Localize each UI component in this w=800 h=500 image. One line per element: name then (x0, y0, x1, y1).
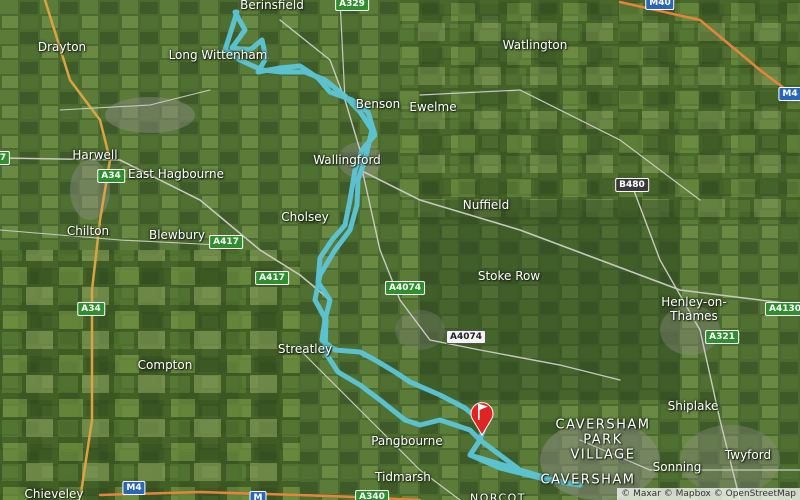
road-shield-a4074-b: A4074 (445, 330, 487, 344)
road-shield-m4-bottom: M4 (122, 481, 146, 495)
place-label-caversham-park-village: CAVERSHAM PARK VILLAGE (555, 417, 651, 463)
place-label-wallingford: Wallingford (313, 153, 381, 167)
place-label-long-wittenham: Long Wittenham (168, 48, 268, 62)
road-shield-a34-bottom: A34 (77, 302, 105, 316)
map-view[interactable]: Berinsfield Drayton Long Wittenham Watli… (0, 0, 800, 500)
road-shield-a34-top: A34 (97, 169, 125, 183)
place-label-pangbourne: Pangbourne (371, 434, 443, 448)
road-shield-m4-bottom-2: M (249, 491, 267, 500)
place-label-chieveley: Chieveley (24, 487, 84, 500)
place-label-watlington: Watlington (502, 38, 568, 52)
place-label-benson: Benson (355, 97, 401, 111)
flag-marker-icon[interactable] (469, 398, 495, 436)
road-shield-a340: A340 (355, 490, 389, 500)
road-shield-m40: M40 (645, 0, 675, 10)
place-label-streatley: Streatley (277, 342, 333, 356)
place-label-sonning: Sonning (652, 460, 702, 474)
place-label-henley: Henley-on- Thames (661, 295, 727, 323)
road-shield-b480: B480 (615, 178, 649, 192)
road-shield-a417-b: A417 (255, 271, 289, 285)
place-label-drayton: Drayton (37, 40, 87, 54)
place-label-ewelme: Ewelme (409, 100, 457, 114)
place-label-shiplake: Shiplake (667, 399, 719, 413)
place-label-compton: Compton (137, 358, 193, 372)
place-label-chilton: Chilton (66, 224, 110, 238)
place-label-norcot: NORCOT (469, 491, 527, 500)
road-shield-a417-a: A417 (209, 235, 243, 249)
road-shield-a321: A321 (705, 330, 739, 344)
map-attribution[interactable]: © Maxar © Mapbox © OpenStreetMap (617, 488, 800, 500)
place-label-caversham: CAVERSHAM (540, 472, 636, 488)
place-label-cholsey: Cholsey (281, 210, 329, 224)
place-label-nuffield: Nuffield (462, 198, 510, 212)
road-shield-m4-right: M4 (778, 87, 800, 101)
place-label-east-hagbourne: East Hagbourne (128, 167, 224, 181)
place-label-blewbury: Blewbury (148, 228, 206, 242)
road-shield-a4130: A4130 (764, 302, 800, 316)
road-shield-a417-left: 7 (0, 151, 11, 165)
place-label-stoke-row: Stoke Row (477, 269, 541, 283)
road-shield-a4074-a: A4074 (384, 281, 426, 295)
place-label-harwell: Harwell (72, 148, 118, 162)
satellite-background (0, 0, 800, 500)
place-label-twyford: Twyford (724, 448, 772, 462)
place-label-tidmarsh: Tidmarsh (375, 470, 431, 484)
road-shield-a329: A329 (335, 0, 369, 11)
place-label-berinsfield: Berinsfield (240, 0, 304, 12)
